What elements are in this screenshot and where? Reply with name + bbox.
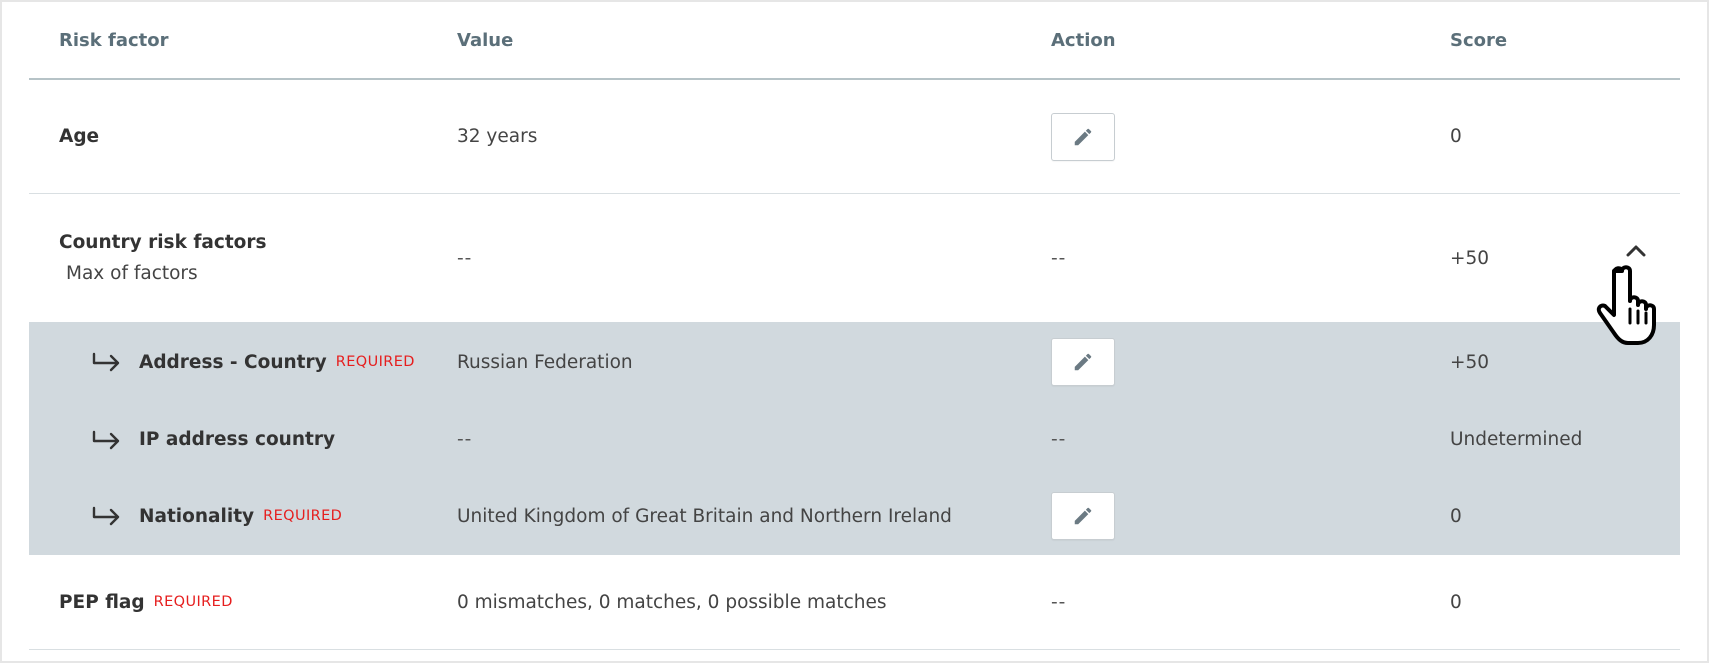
risk-factor-value: 0 mismatches, 0 matches, 0 possible matc… [457,591,887,613]
aggregation-note: Max of factors [66,263,198,284]
collapse-toggle[interactable] [1626,244,1646,258]
risk-factor-label: PEP flag [59,591,145,613]
table-row-country-risk-factors[interactable]: Country risk factors Max of factors -- -… [29,194,1680,322]
risk-score: 0 [1450,591,1462,613]
table-row-age: Age 32 years 0 [29,80,1680,194]
header-value: Value [457,29,514,51]
risk-score: +50 [1450,247,1490,269]
risk-factor-label: Nationality [139,505,255,527]
header-action: Action [1051,29,1116,51]
chevron-up-icon [1626,245,1646,257]
risk-factors-table: Risk factor Value Action Score Age 32 ye… [29,2,1680,650]
table-row-address-country: Address - Country REQUIRED Russian Feder… [29,322,1680,402]
header-score: Score [1450,29,1508,51]
risk-factor-label: IP address country [139,429,336,450]
header-risk-factor: Risk factor [59,29,169,51]
table-row-nationality: Nationality REQUIRED United Kingdom of G… [29,477,1680,555]
risk-factor-label: Country risk factors [59,232,267,253]
table-header: Risk factor Value Action Score [29,2,1680,80]
action-placeholder: -- [1051,591,1067,613]
risk-factor-label: Address - Country [139,351,327,373]
pencil-icon [1074,507,1092,525]
risk-factor-value: United Kingdom of Great Britain and Nort… [457,505,952,527]
required-badge: REQUIRED [335,354,415,370]
pencil-icon [1074,353,1092,371]
risk-factor-value: -- [457,247,473,269]
pencil-icon [1074,128,1092,145]
risk-factor-value: Russian Federation [457,351,633,373]
risk-factor-value: 32 years [457,126,538,147]
edit-age-button[interactable] [1051,112,1115,161]
risk-score: +50 [1450,351,1490,373]
risk-score-panel: Risk factor Value Action Score Age 32 ye… [0,0,1709,663]
action-placeholder: -- [1051,247,1067,269]
arrow-return-right-icon [91,505,123,527]
table-row-ip-address-country: IP address country -- -- Undetermined [29,402,1680,477]
risk-factor-label: Age [59,126,100,147]
required-badge: REQUIRED [153,594,233,610]
action-placeholder: -- [1051,429,1067,450]
risk-score: Undetermined [1450,429,1583,450]
edit-nationality-button[interactable] [1051,492,1115,540]
required-badge: REQUIRED [263,508,343,524]
risk-score: 0 [1450,126,1462,147]
table-row-pep-flag: PEP flag REQUIRED 0 mismatches, 0 matche… [29,555,1680,650]
risk-factor-value: -- [457,429,473,450]
arrow-return-right-icon [91,351,123,373]
arrow-return-right-icon [91,429,123,451]
edit-address-country-button[interactable] [1051,338,1115,386]
risk-score: 0 [1450,505,1462,527]
